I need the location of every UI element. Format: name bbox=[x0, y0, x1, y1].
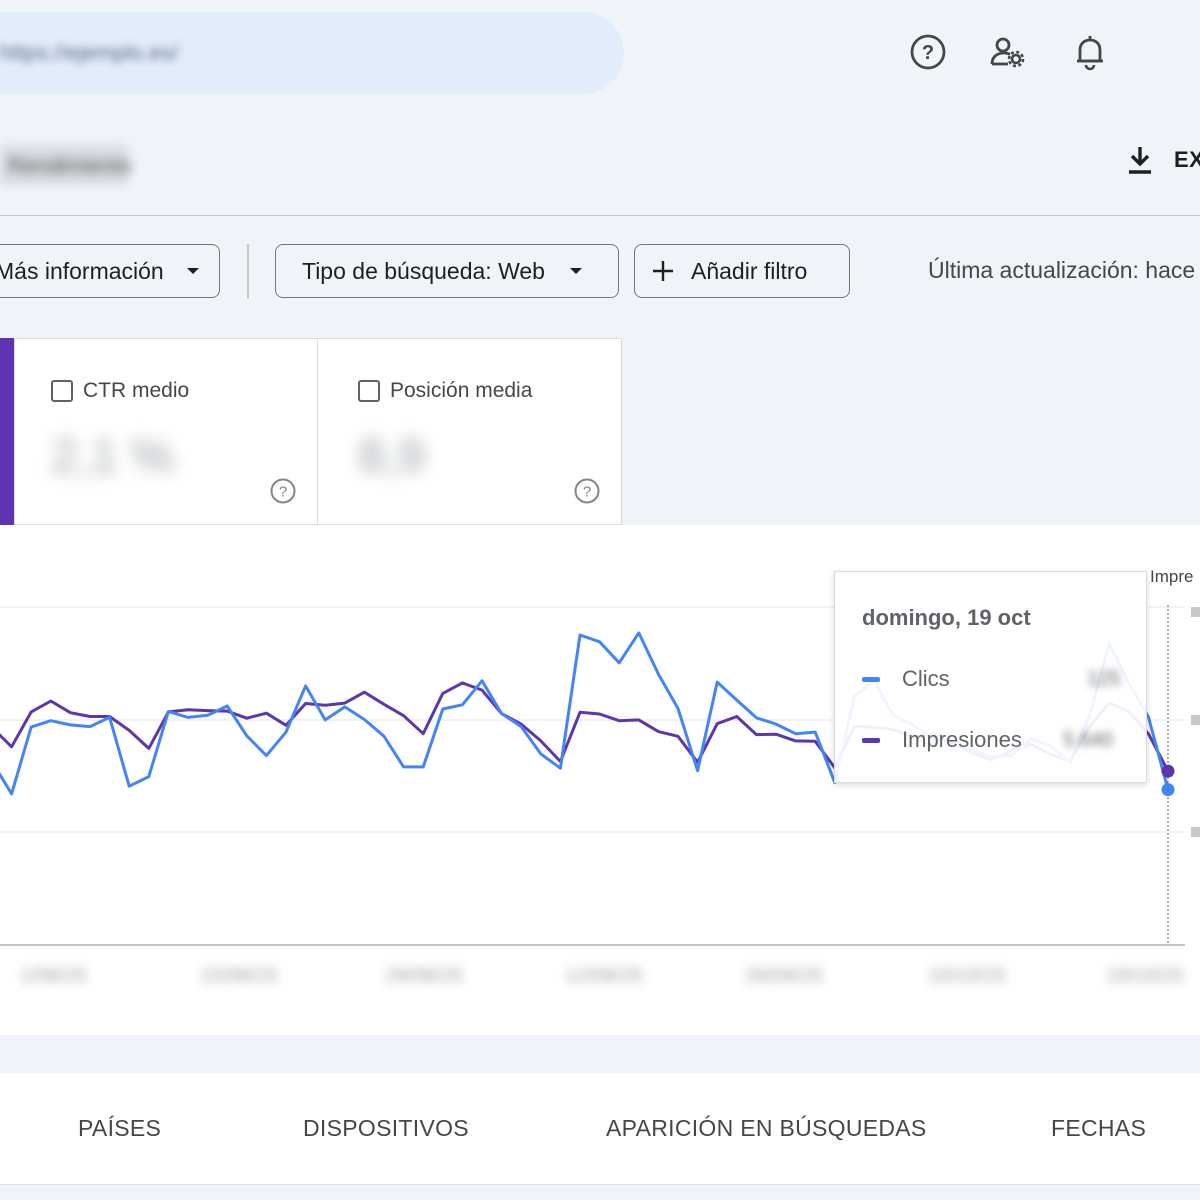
chart-tooltip: domingo, 19 oct Clics 125 Impresiones 5.… bbox=[834, 571, 1147, 783]
dropdown-arrow-icon bbox=[186, 268, 199, 274]
metric-label: CTR medio bbox=[51, 379, 189, 403]
tooltip-label: Clics bbox=[902, 666, 950, 691]
notifications-icon[interactable] bbox=[1070, 32, 1110, 72]
tooltip-value: 5.640 bbox=[1063, 729, 1114, 751]
tab-dates[interactable]: FECHAS bbox=[1051, 1115, 1146, 1142]
tab-search-appearance[interactable]: APARICIÓN EN BÚSQUEDAS bbox=[606, 1115, 927, 1142]
tooltip-label: Impresiones bbox=[902, 727, 1022, 752]
svg-text:?: ? bbox=[922, 42, 934, 64]
more-info-dropdown[interactable]: Más información bbox=[0, 244, 220, 298]
x-tick-label: 10/10/25 bbox=[928, 965, 1006, 987]
tooltip-date: domingo, 19 oct bbox=[862, 605, 1031, 630]
download-icon bbox=[1129, 147, 1151, 174]
tab-devices[interactable]: DISPOSITIVOS bbox=[303, 1115, 469, 1142]
add-filter-label: Añadir filtro bbox=[691, 257, 808, 284]
metric-card-position[interactable]: Posición media 8,9 ? bbox=[317, 338, 622, 525]
x-tick-label: 1/08/25 bbox=[20, 965, 87, 987]
x-tick-label: 29/08/25 bbox=[385, 965, 463, 987]
export-label: EX bbox=[1174, 147, 1200, 172]
metric-label: Posición media bbox=[358, 379, 532, 403]
selected-metric-accent bbox=[0, 338, 14, 525]
chip-separator bbox=[247, 244, 249, 298]
x-tick-label: 26/09/25 bbox=[745, 965, 823, 987]
x-tick-label: 15/08/25 bbox=[200, 965, 278, 987]
right-axis-title: Impre bbox=[1150, 567, 1194, 586]
metric-value: 2,1 % bbox=[51, 430, 174, 483]
impressions-swatch bbox=[862, 737, 880, 743]
dimension-tabs: PAÍSES DISPOSITIVOS APARICIÓN EN BÚSQUED… bbox=[0, 1073, 1200, 1185]
position-checkbox[interactable] bbox=[358, 380, 380, 402]
tooltip-row-impressions: Impresiones bbox=[862, 727, 1022, 753]
tooltip-value: 125 bbox=[1087, 668, 1121, 690]
right-axis-tick bbox=[1191, 715, 1200, 725]
export-button[interactable]: EX bbox=[1124, 144, 1200, 176]
last-update-text: Última actualización: hace bbox=[928, 257, 1196, 283]
search-type-label: Tipo de búsqueda: Web bbox=[302, 257, 545, 284]
hover-point-clics bbox=[1161, 783, 1175, 797]
metric-card-ctr[interactable]: CTR medio 2,1 % ? bbox=[14, 338, 318, 525]
help-icon[interactable]: ? bbox=[573, 477, 601, 510]
search-text: https://ejemplo.es/ bbox=[0, 40, 179, 65]
dropdown-arrow-icon bbox=[569, 268, 582, 274]
plus-icon bbox=[653, 261, 673, 281]
hover-point-impresiones bbox=[1161, 764, 1175, 778]
section-gap bbox=[0, 1035, 1200, 1073]
add-filter-button[interactable]: Añadir filtro bbox=[634, 244, 850, 298]
clicks-swatch bbox=[862, 676, 880, 682]
search-bar[interactable]: https://ejemplo.es/ bbox=[0, 12, 624, 94]
ctr-checkbox[interactable] bbox=[51, 380, 73, 402]
metric-value: 8,9 bbox=[358, 430, 425, 483]
more-info-label: Más información bbox=[0, 257, 164, 284]
x-tick-label: 12/09/25 bbox=[565, 965, 643, 987]
right-axis-tick bbox=[1191, 607, 1200, 617]
svg-text:?: ? bbox=[279, 484, 287, 501]
manage-users-icon[interactable] bbox=[988, 32, 1028, 72]
help-icon[interactable]: ? bbox=[269, 477, 297, 510]
tooltip-row-clicks: Clics bbox=[862, 666, 950, 692]
x-tick-label: 19/10/25 bbox=[1106, 965, 1184, 987]
svg-text:?: ? bbox=[583, 484, 591, 501]
help-icon[interactable]: ? bbox=[908, 32, 948, 72]
property-name: Rendimiento bbox=[0, 145, 132, 185]
search-type-filter[interactable]: Tipo de búsqueda: Web bbox=[275, 244, 619, 298]
divider bbox=[0, 215, 1200, 216]
tab-countries[interactable]: PAÍSES bbox=[78, 1115, 161, 1142]
right-axis-tick bbox=[1191, 827, 1200, 837]
